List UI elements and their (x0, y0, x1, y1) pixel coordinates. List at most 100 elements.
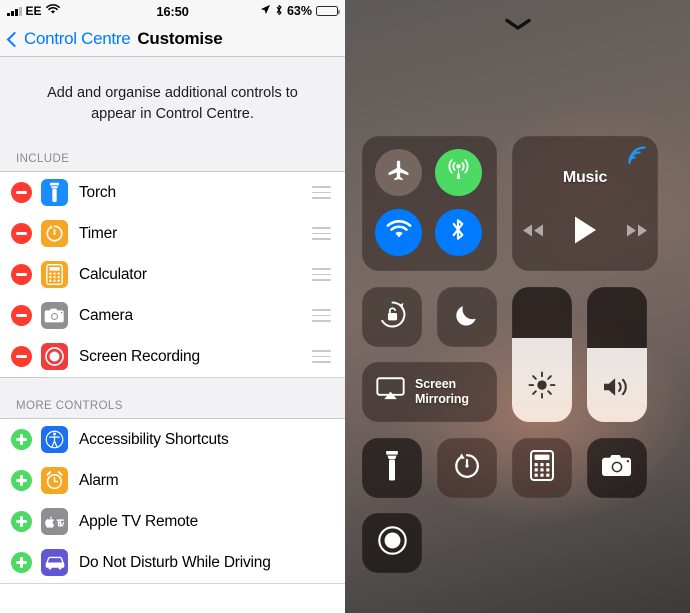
minus-circle-icon[interactable] (11, 223, 32, 245)
plus-circle-icon[interactable] (11, 470, 32, 492)
settings-list: INCLUDE Torch Timer Calculator Camera Screen … (0, 149, 345, 584)
location-arrow-icon (260, 4, 271, 18)
bluetooth-toggle[interactable] (434, 208, 482, 256)
rotation-lock-button[interactable] (362, 287, 422, 347)
cc-middle-left-group: Screen Mirroring (362, 287, 497, 422)
list-item-label: Torch (79, 183, 116, 201)
list-item-label: Calculator (79, 265, 147, 283)
volume-slider[interactable] (587, 287, 647, 422)
minus-circle-icon[interactable] (11, 305, 32, 327)
car-icon (41, 549, 68, 577)
page-title: Customise (137, 29, 223, 48)
reorder-handle-icon[interactable] (312, 350, 331, 363)
list-item-label: Camera (79, 306, 133, 324)
airplay-screen-icon (376, 377, 405, 407)
status-bar: EE 16:50 63% (0, 0, 345, 22)
rewind-icon[interactable] (521, 223, 545, 243)
calculator-icon (41, 261, 68, 289)
reorder-handle-icon[interactable] (312, 227, 331, 240)
minus-circle-icon[interactable] (11, 346, 32, 368)
back-button-label[interactable]: Control Centre (24, 29, 131, 49)
list-item[interactable]: Timer (0, 213, 345, 255)
timer-icon (41, 220, 68, 248)
cellular-data-toggle[interactable] (434, 149, 482, 196)
list-item[interactable]: Accessibility Shortcuts (0, 419, 345, 461)
calculator-shortcut[interactable] (512, 438, 572, 498)
nav-bar: Control Centre Customise (0, 22, 345, 57)
section-header-more-controls: MORE CONTROLS (0, 377, 345, 420)
brightness-sun-icon (512, 370, 572, 400)
intro-description: Add and organise additional controls to … (0, 57, 345, 150)
list-item-label: Screen Recording (79, 347, 200, 365)
list-item[interactable]: Calculator (0, 254, 345, 296)
rotation-lock-icon (377, 299, 408, 335)
connectivity-card (362, 136, 497, 271)
wifi-toggle[interactable] (375, 208, 422, 256)
music-card[interactable]: Music (512, 136, 658, 271)
screenshot-root: EE 16:50 63% Control Centre Customise Ad… (0, 0, 690, 613)
section-header-include: INCLUDE (0, 149, 345, 173)
chevron-left-icon[interactable] (6, 31, 23, 47)
reorder-handle-icon[interactable] (312, 268, 331, 281)
battery-icon (316, 5, 341, 17)
list-item[interactable]: Screen Recording (0, 336, 345, 378)
cc-row-shortcuts (362, 438, 673, 498)
music-title: Music (562, 169, 608, 186)
battery-percent-label: 63% (286, 4, 312, 18)
minus-circle-icon[interactable] (11, 264, 32, 286)
airplay-audio-icon[interactable] (626, 144, 648, 171)
cc-row-middle: Screen Mirroring (362, 287, 673, 422)
plus-circle-icon[interactable] (11, 429, 32, 451)
screen-mirroring-button[interactable]: Screen Mirroring (362, 362, 497, 422)
screen-mirroring-label-line1: Screen (415, 376, 457, 391)
list-item[interactable]: Alarm (0, 460, 345, 502)
cc-square-pair (362, 287, 497, 347)
cellular-antenna-icon (445, 157, 472, 189)
moon-icon (454, 301, 481, 333)
cc-row-shortcuts-2 (362, 513, 673, 573)
chevron-down-icon[interactable] (504, 18, 531, 31)
list-item-label: Do Not Disturb While Driving (79, 553, 271, 571)
speaker-icon (587, 374, 647, 400)
screen-mirroring-label: Screen Mirroring (415, 377, 469, 408)
screen-recording-icon (377, 525, 408, 561)
torch-icon (383, 450, 401, 487)
bluetooth-icon (450, 217, 466, 247)
list-item[interactable]: tv Apple TV Remote (0, 501, 345, 543)
cc-row-top: Music (362, 136, 673, 271)
control-centre-pane: Music Screen Mirroring (345, 0, 690, 613)
calculator-icon (530, 450, 554, 486)
list-item-label: Accessibility Shortcuts (79, 430, 229, 448)
plus-circle-icon[interactable] (11, 511, 32, 533)
minus-circle-icon[interactable] (11, 182, 32, 204)
screen-recording-shortcut[interactable] (362, 513, 422, 573)
list-item-label: Alarm (79, 471, 119, 489)
reorder-handle-icon[interactable] (312, 309, 331, 322)
list-item[interactable]: Do Not Disturb While Driving (0, 542, 345, 584)
list-item-label: Timer (79, 224, 118, 242)
status-bar-right: 63% (260, 4, 341, 19)
do-not-disturb-button[interactable] (437, 287, 497, 347)
camera-shortcut[interactable] (587, 438, 647, 498)
control-centre-grid: Music Screen Mirroring (362, 136, 673, 573)
fast-forward-icon[interactable] (625, 223, 649, 243)
reorder-handle-icon[interactable] (312, 186, 331, 199)
torch-shortcut[interactable] (362, 438, 422, 498)
list-item[interactable]: Camera (0, 295, 345, 337)
settings-pane: EE 16:50 63% Control Centre Customise Ad… (0, 0, 345, 613)
screen-recording-icon (41, 343, 68, 371)
screen-mirroring-label-line2: Mirroring (415, 392, 469, 406)
alarm-clock-icon (41, 467, 68, 495)
music-transport-controls (512, 215, 658, 250)
list-item-label: Apple TV Remote (79, 512, 199, 530)
brightness-slider[interactable] (512, 287, 572, 422)
timer-shortcut[interactable] (437, 438, 497, 498)
airplane-icon (386, 158, 411, 188)
play-icon[interactable] (572, 215, 598, 250)
torch-icon (41, 179, 68, 207)
list-item[interactable]: Torch (0, 172, 345, 214)
airplane-mode-toggle[interactable] (375, 149, 422, 196)
camera-icon (41, 302, 68, 330)
apple-tv-icon: tv (41, 508, 68, 536)
plus-circle-icon[interactable] (11, 552, 32, 574)
